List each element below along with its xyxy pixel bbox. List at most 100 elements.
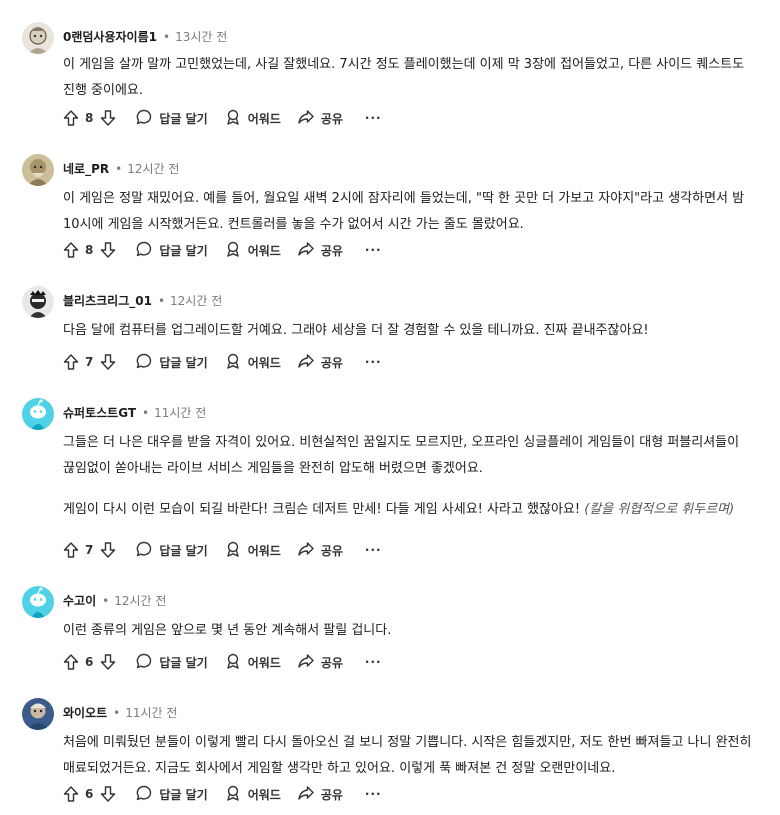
more-options-button[interactable]: ···	[365, 111, 382, 125]
avatar[interactable]	[22, 698, 54, 730]
share-label: 공유	[320, 787, 343, 802]
author-name[interactable]: 와이오트	[63, 706, 107, 720]
award-button[interactable]: 어워드	[224, 540, 281, 561]
comment-body: 다음 달에 컴퓨터를 업그레이드할 거예요. 그래야 세상을 더 잘 경험할 수…	[63, 318, 753, 344]
upvote-icon[interactable]	[60, 351, 82, 373]
upvote-icon[interactable]	[60, 783, 82, 805]
downvote-icon[interactable]	[97, 351, 119, 373]
author-name[interactable]: 블리츠크리그_01	[63, 294, 152, 308]
timestamp[interactable]: 12시간 전	[114, 594, 166, 608]
reply-button[interactable]: 답글 달기	[135, 540, 208, 561]
avatar[interactable]	[22, 586, 54, 618]
downvote-icon[interactable]	[97, 539, 119, 561]
award-button[interactable]: 어워드	[224, 108, 281, 129]
vote-group: 8	[60, 239, 119, 261]
award-label: 어워드	[247, 543, 281, 558]
share-label: 공유	[320, 111, 343, 126]
share-icon	[297, 352, 315, 373]
comment-body: 이 게임을 살까 말까 고민했었는데, 사길 잘했네요. 7시간 정도 플레이했…	[63, 52, 753, 104]
avatar[interactable]	[22, 22, 54, 54]
comment-body: 그들은 더 나은 대우를 받을 자격이 있어요. 비현실적인 꿈일지도 모르지만…	[63, 430, 753, 523]
upvote-icon[interactable]	[60, 107, 82, 129]
timestamp[interactable]: 13시간 전	[175, 30, 227, 44]
more-options-button[interactable]: ···	[365, 655, 382, 669]
comment-actions: 7 답글 달기 어워드 공유 ···	[60, 538, 382, 562]
vote-count: 6	[85, 787, 94, 801]
award-button[interactable]: 어워드	[224, 652, 281, 673]
reply-button[interactable]: 답글 달기	[135, 352, 208, 373]
author-name[interactable]: 네로_PR	[63, 162, 109, 176]
upvote-icon[interactable]	[60, 239, 82, 261]
share-button[interactable]: 공유	[297, 540, 343, 561]
timestamp[interactable]: 12시간 전	[170, 294, 222, 308]
reply-button[interactable]: 답글 달기	[135, 108, 208, 129]
downvote-icon[interactable]	[97, 783, 119, 805]
timestamp[interactable]: 11시간 전	[125, 706, 177, 720]
avatar[interactable]	[22, 286, 54, 318]
reply-label: 답글 달기	[159, 787, 208, 802]
comment-body: 이런 종류의 게임은 앞으로 몇 년 동안 계속해서 팔릴 겁니다.	[63, 618, 753, 644]
downvote-icon[interactable]	[97, 107, 119, 129]
reply-button[interactable]: 답글 달기	[135, 652, 208, 673]
award-label: 어워드	[247, 655, 281, 670]
comment-text-aside: (칼을 위협적으로 휘두르며)	[584, 502, 735, 517]
avatar-image	[22, 154, 54, 186]
award-icon	[224, 784, 242, 805]
avatar[interactable]	[22, 398, 54, 430]
share-button[interactable]: 공유	[297, 352, 343, 373]
avatar[interactable]	[22, 154, 54, 186]
reply-label: 답글 달기	[159, 111, 208, 126]
more-options-button[interactable]: ···	[365, 787, 382, 801]
downvote-icon[interactable]	[97, 651, 119, 673]
reply-button[interactable]: 답글 달기	[135, 240, 208, 261]
share-button[interactable]: 공유	[297, 240, 343, 261]
share-button[interactable]: 공유	[297, 652, 343, 673]
award-icon	[224, 108, 242, 129]
award-button[interactable]: 어워드	[224, 352, 281, 373]
comment-text-main: 게임이 다시 이런 모습이 되길 바란다! 크림슨 데저트 만세! 다들 게임 …	[63, 502, 581, 517]
comment-text: 게임이 다시 이런 모습이 되길 바란다! 크림슨 데저트 만세! 다들 게임 …	[63, 497, 753, 523]
author-name[interactable]: 0랜덤사용자이름1	[63, 30, 157, 44]
timestamp[interactable]: 12시간 전	[127, 162, 179, 176]
reply-label: 답글 달기	[159, 355, 208, 370]
award-button[interactable]: 어워드	[224, 784, 281, 805]
award-icon	[224, 540, 242, 561]
comment-actions: 6 답글 달기 어워드 공유 ···	[60, 650, 382, 674]
share-label: 공유	[320, 243, 343, 258]
author-name[interactable]: 수고이	[63, 594, 96, 608]
share-icon	[297, 240, 315, 261]
more-options-button[interactable]: ···	[365, 355, 382, 369]
speech-bubble-icon	[135, 240, 153, 261]
award-label: 어워드	[247, 243, 281, 258]
share-button[interactable]: 공유	[297, 108, 343, 129]
comment-body: 이 게임은 정말 재밌어요. 예를 들어, 월요일 새벽 2시에 잠자리에 들었…	[63, 186, 753, 238]
comment-meta: 블리츠크리그_01 • 12시간 전	[63, 292, 222, 310]
comment-body: 처음에 미뤄뒀던 분들이 이렇게 빨리 다시 돌아오신 걸 보니 정말 기쁩니다…	[63, 730, 753, 782]
more-options-button[interactable]: ···	[365, 543, 382, 557]
separator-dot: •	[162, 30, 171, 44]
comment-text: 이 게임을 살까 말까 고민했었는데, 사길 잘했네요. 7시간 정도 플레이했…	[63, 57, 745, 98]
vote-count: 7	[85, 543, 94, 557]
downvote-icon[interactable]	[97, 239, 119, 261]
comment-meta: 네로_PR • 12시간 전	[63, 160, 179, 178]
upvote-icon[interactable]	[60, 539, 82, 561]
vote-count: 6	[85, 655, 94, 669]
vote-group: 8	[60, 107, 119, 129]
upvote-icon[interactable]	[60, 651, 82, 673]
award-button[interactable]: 어워드	[224, 240, 281, 261]
avatar-image	[22, 698, 54, 730]
vote-group: 6	[60, 783, 119, 805]
timestamp[interactable]: 11시간 전	[154, 406, 206, 420]
share-button[interactable]: 공유	[297, 784, 343, 805]
award-label: 어워드	[247, 355, 281, 370]
separator-dot: •	[142, 406, 150, 420]
comment-meta: 수고이 • 12시간 전	[63, 592, 166, 610]
author-name[interactable]: 슈퍼토스트GT	[63, 406, 136, 420]
reply-label: 답글 달기	[159, 655, 208, 670]
more-options-button[interactable]: ···	[365, 243, 382, 257]
comment-actions: 7 답글 달기 어워드 공유 ···	[60, 350, 382, 374]
reply-button[interactable]: 답글 달기	[135, 784, 208, 805]
speech-bubble-icon	[135, 652, 153, 673]
comment-meta: 슈퍼토스트GT • 11시간 전	[63, 404, 206, 422]
award-label: 어워드	[247, 111, 281, 126]
